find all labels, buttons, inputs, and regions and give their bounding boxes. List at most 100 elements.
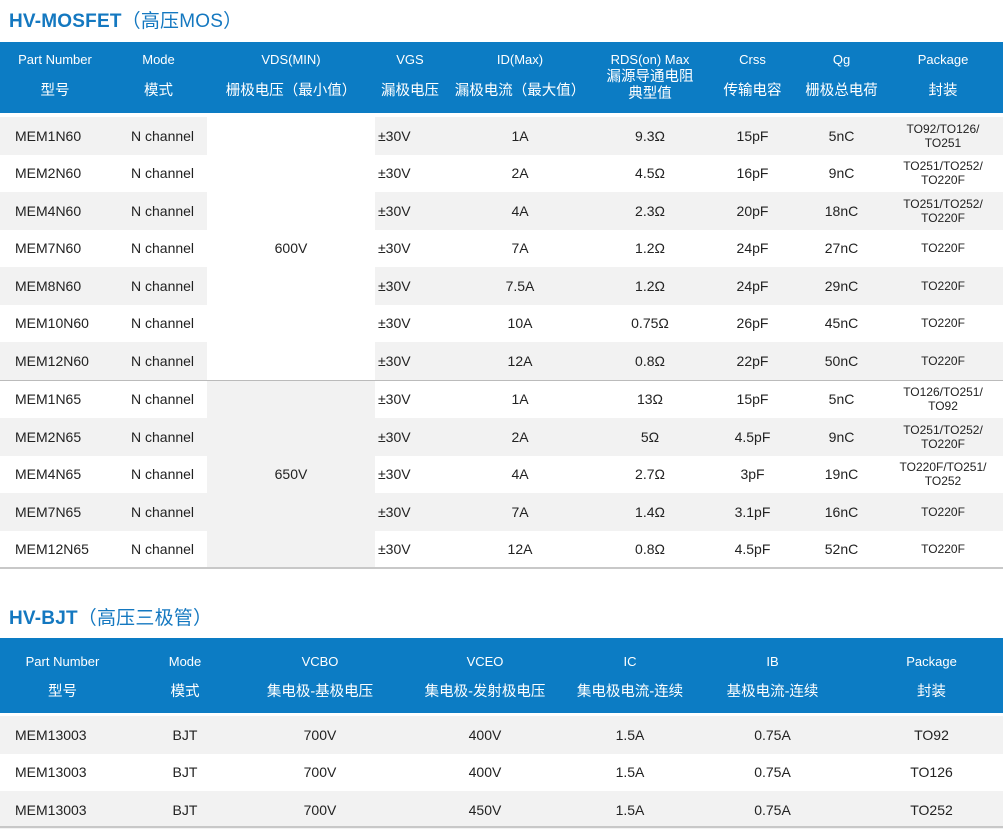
rds-on-cell: 0.8Ω xyxy=(595,530,705,568)
table-row: MEM1N65 N channel 650V ±30V 1A 13Ω 15pF 5nC TO12… xyxy=(0,379,1003,568)
ic-cell: 1.5A xyxy=(575,791,685,829)
package-cell: TO251/TO252/ TO220F xyxy=(883,418,1003,456)
qg-cell: 5nC xyxy=(800,117,883,155)
package-cell: TO126 xyxy=(860,753,1003,791)
vgs-cell: ±30V xyxy=(375,493,445,531)
qg-cell: 9nC xyxy=(800,154,883,192)
rds-on-cell: 2.7Ω xyxy=(595,455,705,493)
part-number-cell: MEM1N65 xyxy=(0,379,110,418)
column-header-cn: 封装 xyxy=(928,83,958,99)
table-row: MEM4N60 N channel ±30V 4A 2.3Ω 20pF 18nC TO251/… xyxy=(0,192,1003,230)
column-header-en: IC xyxy=(623,654,637,669)
qg-cell: 16nC xyxy=(800,493,883,531)
vcbo-cell: 700V xyxy=(245,791,395,829)
rds-on-cell: 1.4Ω xyxy=(595,493,705,531)
vgs-cell: ±30V xyxy=(375,530,445,568)
vgs-cell: ±30V xyxy=(375,342,445,380)
part-number-cell: MEM7N65 xyxy=(0,493,110,531)
qg-cell: 52nC xyxy=(800,530,883,568)
mosfet-header-row: Part Number 型号 Mode 模式 VDS(MIN) 栅极电压（最小值） VGS 漏… xyxy=(0,42,1003,113)
table-row: MEM10N60 N channel ±30V 10A 0.75Ω 26pF 45nC TO2… xyxy=(0,304,1003,342)
id-max-cell: 7.5A xyxy=(445,267,595,305)
mode-cell: N channel xyxy=(110,530,207,568)
part-number-cell: MEM10N60 xyxy=(0,304,110,342)
column-header: VCBO 集电极-基极电压 xyxy=(245,638,395,713)
package-cell: TO220F xyxy=(883,304,1003,342)
rds-on-cell: 2.3Ω xyxy=(595,192,705,230)
qg-cell: 18nC xyxy=(800,192,883,230)
part-number-cell: MEM13003 xyxy=(0,716,125,754)
column-header-cn: 漏极电压 xyxy=(381,83,439,99)
column-header-en: Package xyxy=(917,52,969,67)
qg-cell: 27nC xyxy=(800,229,883,267)
crss-cell: 4.5pF xyxy=(705,530,800,568)
rds-on-cell: 9.3Ω xyxy=(595,117,705,155)
column-header-cn: 基极电流-连续 xyxy=(726,684,819,700)
crss-cell: 24pF xyxy=(705,229,800,267)
vds-min-cell: 600V xyxy=(207,117,375,380)
mode-cell: N channel xyxy=(110,455,207,493)
id-max-cell: 4A xyxy=(445,192,595,230)
column-header-cn: 模式 xyxy=(170,684,200,700)
column-header-en: VCEO xyxy=(466,654,504,669)
id-max-cell: 10A xyxy=(445,304,595,342)
mode-cell: N channel xyxy=(110,379,207,418)
column-header-en: VDS(MIN) xyxy=(261,52,321,67)
rds-on-cell: 4.5Ω xyxy=(595,154,705,192)
qg-cell: 29nC xyxy=(800,267,883,305)
part-number-cell: MEM13003 xyxy=(0,753,125,791)
bjt-title-sub: （高压三极管） xyxy=(77,608,213,629)
package-cell: TO220F xyxy=(883,267,1003,305)
package-cell: TO220F xyxy=(883,342,1003,380)
id-max-cell: 12A xyxy=(445,530,595,568)
vceo-cell: 400V xyxy=(395,716,575,754)
rds-on-cell: 0.75Ω xyxy=(595,304,705,342)
package-cell: TO220F xyxy=(883,493,1003,531)
column-header-cn: 模式 xyxy=(144,83,173,99)
ib-cell: 0.75A xyxy=(685,716,860,754)
bjt-section-title: HV-BJT（高压三极管） xyxy=(9,603,212,630)
column-header-cn: 集电极电流-连续 xyxy=(576,684,684,700)
rds-on-cell: 5Ω xyxy=(595,418,705,456)
column-header-en: IB xyxy=(766,654,779,669)
column-header: IB 基极电流-连续 xyxy=(685,638,860,713)
id-max-cell: 1A xyxy=(445,117,595,155)
part-number-cell: MEM7N60 xyxy=(0,229,110,267)
part-number-cell: MEM4N65 xyxy=(0,455,110,493)
mode-cell: N channel xyxy=(110,342,207,380)
mode-cell: N channel xyxy=(110,117,207,155)
table-row: MEM4N65 N channel ±30V 4A 2.7Ω 3pF 19nC TO220F/… xyxy=(0,455,1003,493)
column-header-en: Mode xyxy=(142,52,175,67)
column-header-cn: 漏源导通电阻 典型值 xyxy=(606,69,694,102)
part-number-cell: MEM1N60 xyxy=(0,117,110,155)
crss-cell: 15pF xyxy=(705,117,800,155)
mode-cell: BJT xyxy=(125,716,245,754)
vceo-cell: 450V xyxy=(395,791,575,829)
crss-cell: 22pF xyxy=(705,342,800,380)
vgs-cell: ±30V xyxy=(375,192,445,230)
vds-min-cell: 650V xyxy=(207,379,375,568)
package-cell: TO251/TO252/ TO220F xyxy=(883,192,1003,230)
table-row: MEM12N65 N channel ±30V 12A 0.8Ω 4.5pF 52nC TO2… xyxy=(0,530,1003,568)
crss-cell: 4.5pF xyxy=(705,418,800,456)
rds-on-cell: 13Ω xyxy=(595,379,705,418)
column-header-en: Qg xyxy=(832,52,851,67)
id-max-cell: 7A xyxy=(445,493,595,531)
crss-cell: 24pF xyxy=(705,267,800,305)
part-number-cell: MEM13003 xyxy=(0,791,125,829)
vgs-cell: ±30V xyxy=(375,117,445,155)
ic-cell: 1.5A xyxy=(575,716,685,754)
table-row: MEM13003 BJT 700V 400V 1.5A 0.75A TO126 xyxy=(0,753,1003,791)
package-cell: TO220F xyxy=(883,229,1003,267)
column-header-cn: 型号 xyxy=(40,83,70,99)
crss-cell: 16pF xyxy=(705,154,800,192)
id-max-cell: 4A xyxy=(445,455,595,493)
column-header: Mode 模式 xyxy=(125,638,245,713)
mode-cell: N channel xyxy=(110,192,207,230)
qg-cell: 50nC xyxy=(800,342,883,380)
mode-cell: BJT xyxy=(125,753,245,791)
column-header-cn: 栅极总电荷 xyxy=(805,83,878,99)
part-number-cell: MEM12N65 xyxy=(0,530,110,568)
package-cell: TO252 xyxy=(860,791,1003,829)
crss-cell: 15pF xyxy=(705,379,800,418)
